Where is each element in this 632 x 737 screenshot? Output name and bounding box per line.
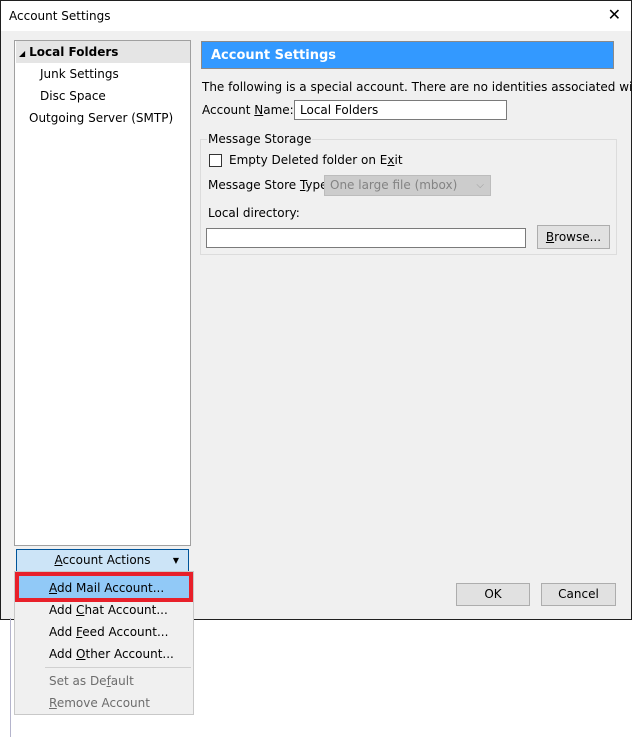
dropdown-arrow-icon: ▼: [172, 556, 179, 565]
menu-item-set-as-default: Set as Default: [49, 674, 134, 688]
tree-item-label: Junk Settings: [40, 67, 119, 81]
tree-item-label: Local Folders: [29, 45, 119, 59]
account-tree: ◢ Local Folders Junk Settings Disc Space …: [14, 40, 191, 546]
account-name-label: Account Name:: [202, 103, 294, 117]
tree-item-label: Outgoing Server (SMTP): [29, 111, 174, 125]
expand-triangle-icon[interactable]: ◢: [19, 49, 25, 58]
cancel-button[interactable]: Cancel: [541, 583, 616, 606]
local-directory-input[interactable]: [206, 228, 526, 248]
title-bar: Account Settings ✕: [1, 1, 631, 31]
empty-deleted-checkbox[interactable]: [209, 154, 222, 167]
local-directory-label: Local directory:: [208, 206, 300, 220]
message-storage-legend: Message Storage: [207, 132, 313, 146]
tree-item-outgoing-server[interactable]: Outgoing Server (SMTP): [29, 107, 173, 129]
account-name-input[interactable]: Local Folders: [294, 100, 507, 120]
account-actions-button[interactable]: Account Actions ▼: [16, 549, 189, 572]
browse-button[interactable]: Browse...: [537, 225, 610, 249]
chevron-down-icon: ⌵: [476, 180, 484, 191]
tree-item-disc-space[interactable]: Disc Space: [40, 85, 106, 107]
window-title: Account Settings: [9, 9, 111, 23]
menu-item-add-chat-account[interactable]: Add Chat Account...: [49, 599, 168, 621]
panel-header: Account Settings: [201, 41, 614, 69]
background-window-edge: [10, 618, 11, 737]
account-settings-window: Account Settings ✕ ◢ Local Folders Junk S…: [0, 0, 632, 620]
store-type-label: Message Store Type:: [208, 178, 332, 192]
menu-item-add-other-account[interactable]: Add Other Account...: [49, 643, 174, 665]
empty-deleted-label[interactable]: Empty Deleted folder on Exit: [229, 153, 403, 167]
account-description: The following is a special account. Ther…: [202, 80, 632, 94]
tree-item-label: Disc Space: [40, 89, 106, 103]
menu-separator: [45, 667, 191, 668]
annotation-highlight-box: [15, 572, 193, 602]
store-type-select[interactable]: One large file (mbox) ⌵: [324, 175, 491, 196]
tree-item-junk-settings[interactable]: Junk Settings: [40, 63, 119, 85]
store-type-value: One large file (mbox): [330, 178, 458, 192]
menu-item-add-feed-account[interactable]: Add Feed Account...: [49, 621, 168, 643]
menu-item-remove-account: Remove Account: [49, 696, 150, 710]
close-icon[interactable]: ✕: [608, 6, 621, 24]
tree-item-local-folders[interactable]: ◢ Local Folders: [16, 41, 190, 63]
ok-button[interactable]: OK: [456, 583, 530, 606]
